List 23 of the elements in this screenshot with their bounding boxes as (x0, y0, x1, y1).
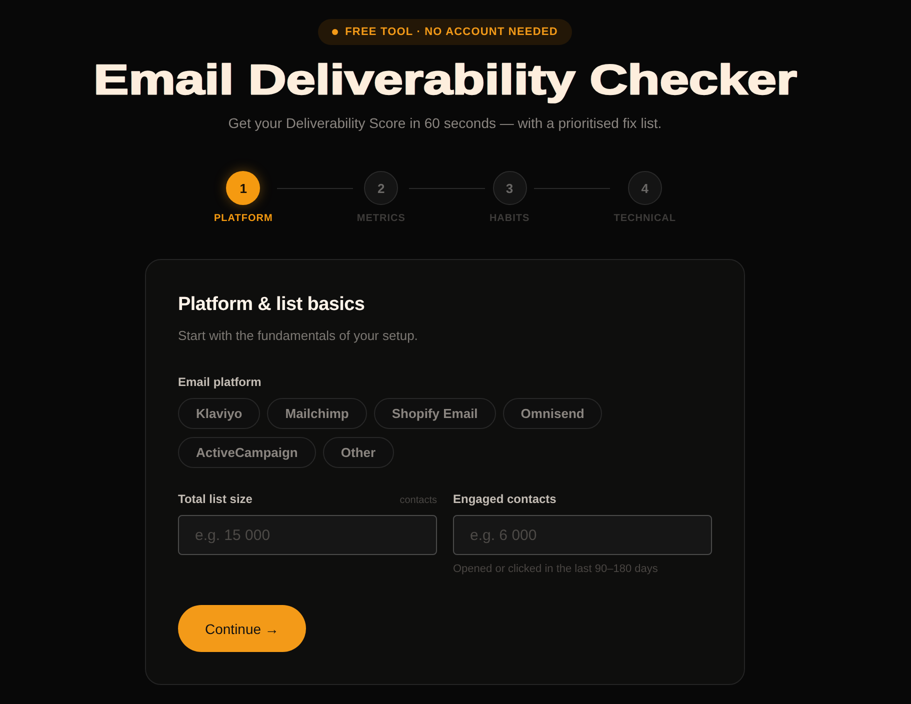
platform-option[interactable]: Other (322, 437, 394, 468)
field-label: Engaged contacts (453, 492, 556, 506)
platform-option[interactable]: Mailchimp (267, 398, 367, 429)
badge-text: FREE TOOL · NO ACCOUNT NEEDED (345, 26, 558, 38)
dot-icon (332, 29, 338, 35)
card-subtitle: Start with the fundamentals of your setup. (178, 328, 419, 343)
unit-label: contacts (400, 495, 437, 506)
page-title: Email Deliverability Checker (93, 57, 797, 103)
page-subtitle: Get your Deliverability Score in 60 seconds — with a prioritised fix list. (228, 115, 662, 131)
field-hint: Opened or clicked in the last 90–180 days (453, 563, 659, 575)
field-label: Total list size (178, 492, 252, 506)
step-circle[interactable]: 3 (492, 171, 527, 205)
step-circle[interactable]: 2 (364, 171, 398, 205)
step-circle[interactable]: 4 (628, 171, 662, 205)
step-circle[interactable]: 1 (226, 171, 260, 205)
card-title: Platform & list basics (178, 294, 366, 316)
platform-option[interactable]: Shopify Email (374, 398, 496, 429)
platform-option[interactable]: ActiveCampaign (178, 437, 316, 468)
platform-option[interactable]: Klaviyo (178, 398, 260, 429)
platform-option[interactable]: Omnisend (502, 398, 602, 429)
field-label: Email platform (178, 375, 262, 389)
continue-button[interactable]: Continue → (178, 605, 306, 652)
step-label: PLATFORM (214, 213, 273, 224)
